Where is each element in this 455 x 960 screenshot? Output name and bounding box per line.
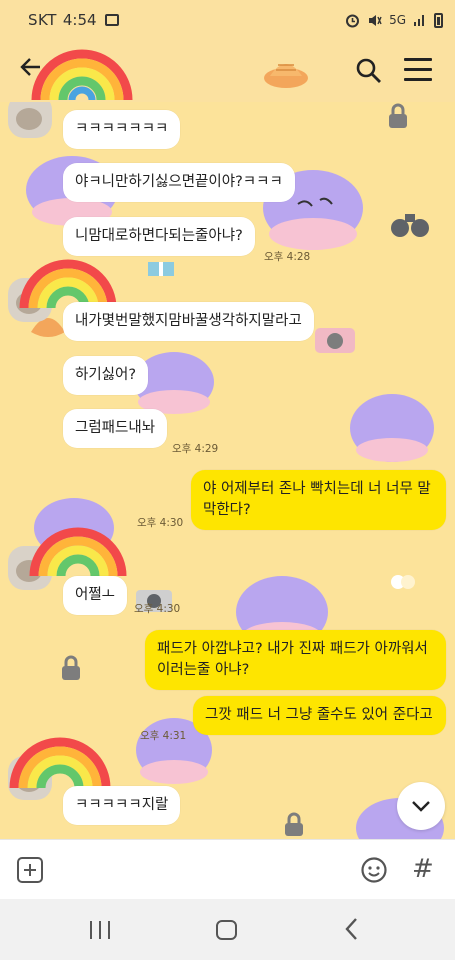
- plus-icon[interactable]: [17, 857, 43, 883]
- recent-line: [99, 921, 101, 939]
- hippo-character-icon: [350, 394, 434, 462]
- status-time: 4:54: [62, 11, 97, 29]
- hat-sticker-icon: [264, 64, 308, 88]
- signal-icon: [414, 15, 424, 26]
- recent-line: [90, 921, 92, 939]
- padlock-icon: [285, 812, 303, 836]
- message-bubble-received[interactable]: 야ㅋ니만하기싫으면끝이야?ㅋㅋㅋ: [63, 163, 295, 202]
- message-bubble-sent[interactable]: 패드가 아깝냐고? 내가 진짜 패드가 아까워서 이러는줄 아냐?: [145, 630, 446, 690]
- message-time: 오후 4:30: [137, 517, 184, 529]
- message-bubble-received[interactable]: 그럼패드내놔: [63, 409, 168, 448]
- padlock-icon: [389, 103, 407, 128]
- status-icons: 5G: [345, 12, 443, 28]
- padlock-icon: [62, 655, 80, 680]
- system-nav-bar: [0, 899, 455, 960]
- message-time: 오후 4:28: [264, 251, 311, 263]
- recent-line: [108, 921, 110, 939]
- message-time: 오후 4:30: [134, 603, 181, 615]
- mute-icon: [369, 14, 382, 26]
- chat-area[interactable]: ㅋㅋㅋㅋㅋㅋㅋ 야ㅋ니만하기싫으면끝이야?ㅋㅋㅋ 니맘대로하면다되는줄아냐? 오…: [0, 102, 455, 839]
- gallery-notification-icon: [104, 14, 119, 26]
- friend-avatar[interactable]: [8, 102, 52, 138]
- alarm-icon: [346, 14, 360, 27]
- message-bubble-received[interactable]: 내가몇번말했지맘바꿀생각하지말라고: [63, 302, 314, 341]
- camera-icon: [315, 328, 355, 353]
- battery-icon: [434, 12, 443, 28]
- hashtag-button[interactable]: #: [412, 852, 434, 886]
- nav-back-button[interactable]: [342, 915, 362, 949]
- hamburger-menu-icon: [404, 58, 432, 61]
- status-bar: SKT 4:54 5G: [0, 0, 455, 40]
- search-button[interactable]: [354, 56, 384, 86]
- rainbow-sticker-icon: [31, 49, 133, 101]
- popcorn-icon: [391, 575, 415, 589]
- message-bubble-received[interactable]: 니맘대로하면다되는줄아냐?: [63, 217, 255, 256]
- message-bubble-received[interactable]: 하기싫어?: [63, 356, 149, 395]
- home-icon[interactable]: [216, 920, 237, 940]
- rainbow-sticker-icon: [9, 737, 111, 789]
- menu-button[interactable]: [404, 58, 432, 84]
- message-time: 오후 4:31: [140, 730, 187, 742]
- carrier-label: SKT: [28, 11, 57, 29]
- chat-header: [0, 40, 455, 102]
- gift-icon: [148, 262, 174, 276]
- recent-apps-icon[interactable]: [90, 921, 110, 939]
- menu-line: [404, 78, 432, 81]
- chevron-down-icon: [412, 801, 430, 812]
- scroll-to-bottom-button[interactable]: [397, 782, 445, 830]
- search-icon: [356, 58, 381, 83]
- message-bubble-sent[interactable]: 야 어제부터 존나 빡치는데 너 너무 말 막한다?: [191, 470, 446, 530]
- message-bubble-received[interactable]: 어쩔ㅗ: [63, 576, 128, 615]
- message-time: 오후 4:29: [172, 443, 219, 455]
- emoji-icon: [361, 857, 387, 883]
- message-bubble-received[interactable]: ㅋㅋㅋㅋㅋ지랄: [63, 786, 181, 825]
- message-bubble-sent[interactable]: 그깟 패드 너 그냥 줄수도 있어 준다고: [193, 696, 446, 735]
- message-input-bar: #: [0, 839, 455, 899]
- network-type-label: 5G: [389, 13, 406, 27]
- message-bubble-received[interactable]: ㅋㅋㅋㅋㅋㅋㅋ: [63, 110, 181, 149]
- rainbow-sticker-icon: [29, 527, 127, 577]
- nav-back-icon: [345, 918, 357, 940]
- menu-line: [404, 68, 432, 71]
- binoculars-icon: [391, 214, 429, 237]
- emoji-button[interactable]: [360, 856, 388, 884]
